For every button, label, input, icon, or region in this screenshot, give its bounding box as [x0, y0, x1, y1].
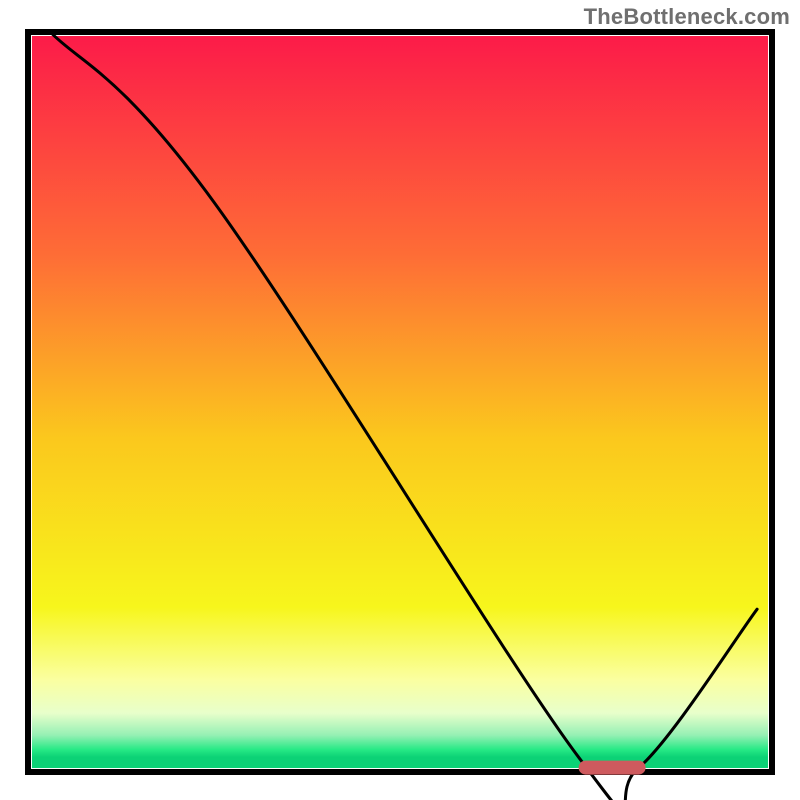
chart-stage: TheBottleneck.com: [0, 0, 800, 800]
attribution-label: TheBottleneck.com: [584, 4, 790, 30]
chart-background: [32, 36, 768, 768]
bottleneck-chart: [0, 0, 800, 800]
optimal-range-marker: [579, 761, 646, 775]
